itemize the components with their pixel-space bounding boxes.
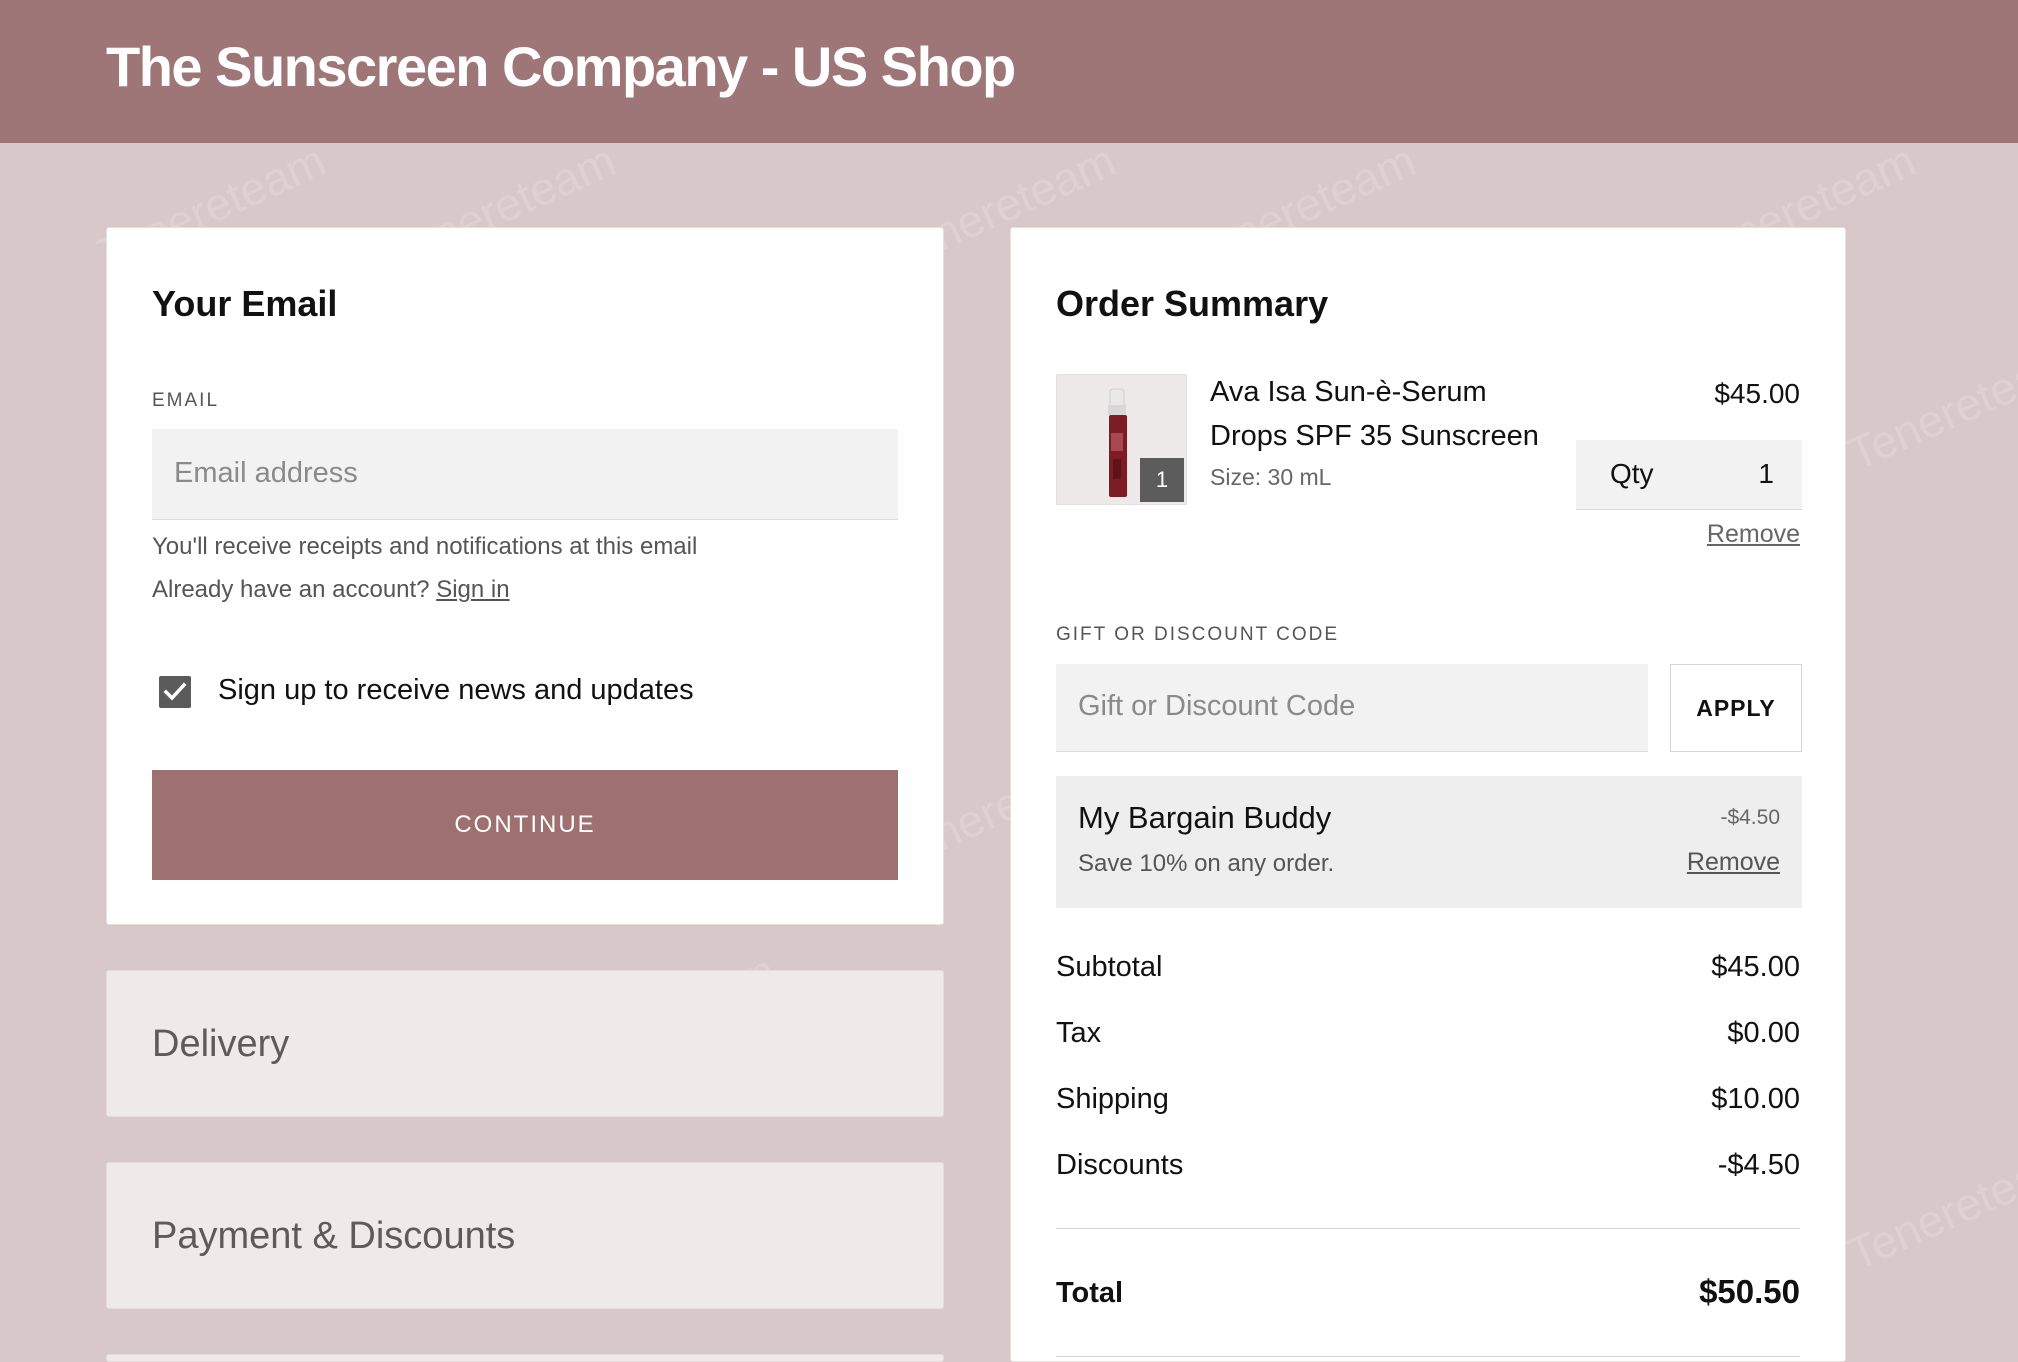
discount-code-field[interactable]: Gift or Discount Code [1056,664,1648,752]
product-thumbnail[interactable]: 1 [1056,374,1187,505]
tax-value: $0.00 [1727,1017,1800,1049]
site-header: The Sunscreen Company - US Shop [0,0,2018,143]
discount-code-label: GIFT OR DISCOUNT CODE [1056,624,1340,645]
payment-section[interactable]: Payment & Discounts [106,1162,944,1309]
email-field[interactable]: Email address [152,429,898,520]
product-price: $45.00 [1714,378,1800,409]
watermark: Tenereteam [1839,333,2018,481]
applied-discount-amount: -$4.50 [1720,806,1780,829]
discounts-value: -$4.50 [1717,1149,1800,1181]
thumbnail-qty-badge: 1 [1140,458,1184,502]
email-section-title: Your Email [152,283,338,324]
product-size: Size: 30 mL [1210,464,1332,490]
remove-discount-link[interactable]: Remove [1687,848,1780,877]
email-section-card: Your Email EMAIL Email address You'll re… [106,227,944,925]
product-name-line1[interactable]: Ava Isa Sun-è-Serum [1210,376,1487,409]
subtotal-value: $45.00 [1711,951,1800,983]
newsletter-checkbox[interactable] [159,676,191,708]
total-bottom-divider [1056,1356,1800,1357]
apply-button[interactable]: APPLY [1670,664,1802,752]
email-label: EMAIL [152,390,220,411]
discount-code-placeholder: Gift or Discount Code [1078,690,1356,722]
next-section[interactable] [106,1354,944,1362]
tax-label: Tax [1056,1017,1102,1049]
continue-button[interactable]: CONTINUE [152,770,898,880]
email-placeholder: Email address [174,457,358,489]
qty-value[interactable]: 1 [1758,458,1774,490]
totals-divider [1056,1228,1800,1229]
email-helper-text: You'll receive receipts and notification… [152,533,698,560]
watermark: Tenereteam [1839,1133,2018,1281]
qty-label: Qty [1610,458,1654,489]
shipping-value: $10.00 [1711,1083,1800,1115]
discounts-label: Discounts [1056,1149,1184,1181]
subtotal-label: Subtotal [1056,951,1163,983]
shipping-label: Shipping [1056,1083,1169,1115]
account-prompt: Already have an account? Sign in [152,576,510,604]
remove-item-link[interactable]: Remove [1707,520,1800,549]
applied-discount-box: My Bargain Buddy Save 10% on any order. … [1056,776,1802,908]
shop-title[interactable]: The Sunscreen Company - US Shop [106,34,1016,99]
quantity-field[interactable]: Qty 1 [1576,440,1802,510]
newsletter-label[interactable]: Sign up to receive news and updates [218,674,694,707]
account-prompt-text: Already have an account? [152,576,430,603]
order-summary-card: Order Summary 1 Ava Isa Sun-è-Serum Drop… [1010,227,1846,1362]
product-name-line2[interactable]: Drops SPF 35 Sunscreen [1210,420,1539,453]
sign-in-link[interactable]: Sign in [436,576,509,603]
delivery-section[interactable]: Delivery [106,970,944,1117]
total-value: $50.50 [1699,1273,1800,1310]
applied-discount-description: Save 10% on any order. [1078,850,1335,877]
delivery-section-title: Delivery [152,1023,290,1065]
total-label: Total [1056,1277,1124,1309]
applied-discount-name: My Bargain Buddy [1078,800,1332,835]
payment-section-title: Payment & Discounts [152,1215,516,1257]
checkmark-icon [163,682,187,701]
order-summary-title: Order Summary [1056,283,1329,324]
